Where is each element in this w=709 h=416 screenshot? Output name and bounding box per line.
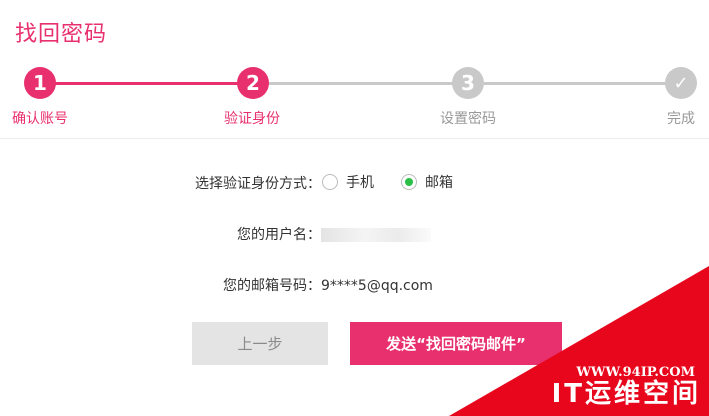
step-connector-1-2	[46, 82, 242, 85]
radio-email-label: 邮箱	[425, 175, 453, 191]
step-connector-3-4	[484, 82, 668, 85]
username-value-blurred	[321, 228, 431, 242]
step-1-label: 确认账号	[12, 111, 68, 127]
step-2-circle: 2	[237, 67, 269, 99]
step-3-circle: 3	[452, 67, 484, 99]
radio-phone-label: 手机	[346, 175, 374, 191]
username-label-text: 您的用户名：	[237, 227, 321, 243]
email-value: 9****5@qq.com	[321, 278, 433, 294]
step-4-label: 完成	[667, 111, 695, 127]
method-label: 选择验证身份方式：	[195, 176, 321, 192]
check-icon: ✓	[665, 67, 697, 99]
step-progress: 1 2 3 ✓ 确认账号 验证身份 设置密码 完成	[0, 64, 709, 134]
prev-button[interactable]: 上一步	[192, 322, 328, 365]
radio-email-ring[interactable]	[401, 174, 417, 190]
radio-phone-ring[interactable]	[322, 174, 338, 190]
step-2-label: 验证身份	[224, 111, 280, 127]
page-title: 找回密码	[15, 22, 108, 47]
divider	[0, 138, 709, 139]
watermark-name: IT运维空间	[551, 379, 701, 409]
radio-email[interactable]: 邮箱	[401, 172, 453, 192]
email-label: 您的邮箱号码：	[223, 278, 321, 294]
step-connector-2-3	[268, 82, 454, 85]
email-row: 您的邮箱号码：9****5@qq.com	[223, 275, 433, 295]
username-label: 您的用户名：	[237, 224, 431, 244]
step-1-circle: 1	[24, 67, 56, 99]
send-email-button[interactable]: 发送“找回密码邮件”	[350, 322, 562, 365]
step-3-label: 设置密码	[440, 111, 496, 127]
radio-phone[interactable]: 手机	[322, 172, 374, 192]
